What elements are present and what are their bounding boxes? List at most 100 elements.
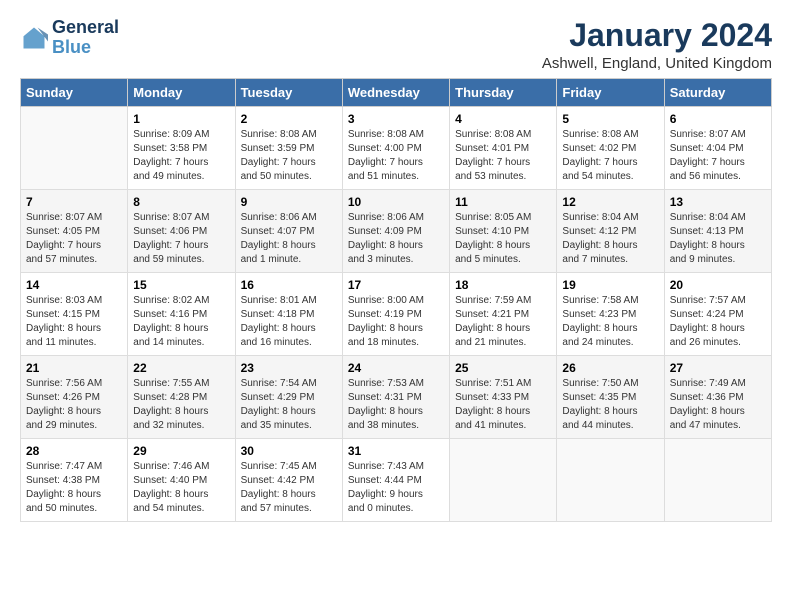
day-info: Sunrise: 8:03 AMSunset: 4:15 PMDaylight:… bbox=[26, 294, 122, 350]
logo: General Blue bbox=[20, 18, 119, 58]
day-info: Sunrise: 8:01 AMSunset: 4:18 PMDaylight:… bbox=[241, 294, 337, 350]
calendar-cell: 16Sunrise: 8:01 AMSunset: 4:18 PMDayligh… bbox=[235, 273, 342, 356]
day-info: Sunrise: 8:08 AMSunset: 4:02 PMDaylight:… bbox=[562, 128, 658, 184]
calendar-cell: 13 Sunrise: 8:04 AMSunset: 4:13 PMDayligh… bbox=[664, 190, 771, 273]
day-number: 3 bbox=[348, 112, 444, 126]
day-number: 18 bbox=[455, 278, 551, 292]
day-number: 23 bbox=[241, 361, 337, 375]
calendar-cell: 20 Sunrise: 7:57 AMSunset: 4:24 PMDayligh… bbox=[664, 273, 771, 356]
day-number: 7 bbox=[26, 195, 122, 209]
weekday-header-sunday: Sunday bbox=[21, 79, 128, 107]
logo-icon bbox=[20, 24, 48, 52]
weekday-header-saturday: Saturday bbox=[664, 79, 771, 107]
day-info: Sunrise: 8:08 AMSunset: 4:01 PMDaylight:… bbox=[455, 128, 551, 184]
weekday-header-thursday: Thursday bbox=[450, 79, 557, 107]
calendar-cell: 2Sunrise: 8:08 AMSunset: 3:59 PMDaylight… bbox=[235, 107, 342, 190]
day-info: Sunrise: 8:06 AMSunset: 4:09 PMDaylight:… bbox=[348, 211, 444, 267]
calendar-cell: 22Sunrise: 7:55 AMSunset: 4:28 PMDayligh… bbox=[128, 356, 235, 439]
day-info: Sunrise: 7:47 AMSunset: 4:38 PMDaylight:… bbox=[26, 460, 122, 516]
main-title: January 2024 bbox=[542, 18, 772, 53]
logo-line1: General bbox=[52, 18, 119, 38]
day-info: Sunrise: 7:56 AMSunset: 4:26 PMDaylight:… bbox=[26, 377, 122, 433]
day-info: Sunrise: 8:06 AMSunset: 4:07 PMDaylight:… bbox=[241, 211, 337, 267]
calendar-cell: 6 Sunrise: 8:07 AMSunset: 4:04 PMDaylight… bbox=[664, 107, 771, 190]
day-number: 11 bbox=[455, 195, 551, 209]
day-info: Sunrise: 8:04 AMSunset: 4:13 PMDaylight:… bbox=[670, 211, 766, 267]
calendar-cell: 8 Sunrise: 8:07 AMSunset: 4:06 PMDaylight… bbox=[128, 190, 235, 273]
day-number: 8 bbox=[133, 195, 229, 209]
day-number: 6 bbox=[670, 112, 766, 126]
day-info: Sunrise: 7:58 AMSunset: 4:23 PMDaylight:… bbox=[562, 294, 658, 350]
calendar-week-1: 7 Sunrise: 8:07 AMSunset: 4:05 PMDaylight… bbox=[21, 190, 772, 273]
calendar-cell: 18 Sunrise: 7:59 AMSunset: 4:21 PMDayligh… bbox=[450, 273, 557, 356]
day-number: 13 bbox=[670, 195, 766, 209]
day-info: Sunrise: 8:04 AMSunset: 4:12 PMDaylight:… bbox=[562, 211, 658, 267]
header: General Blue January 2024 Ashwell, Engla… bbox=[20, 18, 772, 72]
calendar-cell: 24Sunrise: 7:53 AMSunset: 4:31 PMDayligh… bbox=[342, 356, 449, 439]
day-number: 12 bbox=[562, 195, 658, 209]
day-number: 9 bbox=[241, 195, 337, 209]
day-info: Sunrise: 7:50 AMSunset: 4:35 PMDaylight:… bbox=[562, 377, 658, 433]
calendar-cell: 21 Sunrise: 7:56 AMSunset: 4:26 PMDayligh… bbox=[21, 356, 128, 439]
calendar-cell bbox=[557, 439, 664, 522]
calendar-cell: 26 Sunrise: 7:50 AMSunset: 4:35 PMDayligh… bbox=[557, 356, 664, 439]
logo-text: General Blue bbox=[52, 18, 119, 58]
day-info: Sunrise: 7:46 AMSunset: 4:40 PMDaylight:… bbox=[133, 460, 229, 516]
day-number: 26 bbox=[562, 361, 658, 375]
day-info: Sunrise: 7:45 AMSunset: 4:42 PMDaylight:… bbox=[241, 460, 337, 516]
calendar-week-3: 21 Sunrise: 7:56 AMSunset: 4:26 PMDayligh… bbox=[21, 356, 772, 439]
day-info: Sunrise: 8:02 AMSunset: 4:16 PMDaylight:… bbox=[133, 294, 229, 350]
calendar-cell: 7 Sunrise: 8:07 AMSunset: 4:05 PMDaylight… bbox=[21, 190, 128, 273]
calendar-cell: 10 Sunrise: 8:06 AMSunset: 4:09 PMDayligh… bbox=[342, 190, 449, 273]
calendar-cell: 11 Sunrise: 8:05 AMSunset: 4:10 PMDayligh… bbox=[450, 190, 557, 273]
day-info: Sunrise: 8:07 AMSunset: 4:06 PMDaylight:… bbox=[133, 211, 229, 267]
day-number: 1 bbox=[133, 112, 229, 126]
calendar-cell bbox=[21, 107, 128, 190]
page-container: General Blue January 2024 Ashwell, Engla… bbox=[0, 0, 792, 532]
calendar-cell: 5 Sunrise: 8:08 AMSunset: 4:02 PMDaylight… bbox=[557, 107, 664, 190]
calendar-header-row: SundayMondayTuesdayWednesdayThursdayFrid… bbox=[21, 79, 772, 107]
day-number: 10 bbox=[348, 195, 444, 209]
day-number: 14 bbox=[26, 278, 122, 292]
calendar-cell: 4Sunrise: 8:08 AMSunset: 4:01 PMDaylight… bbox=[450, 107, 557, 190]
calendar-cell: 1Sunrise: 8:09 AMSunset: 3:58 PMDaylight… bbox=[128, 107, 235, 190]
calendar-cell: 29Sunrise: 7:46 AMSunset: 4:40 PMDayligh… bbox=[128, 439, 235, 522]
calendar-cell: 25 Sunrise: 7:51 AMSunset: 4:33 PMDayligh… bbox=[450, 356, 557, 439]
subtitle: Ashwell, England, United Kingdom bbox=[542, 55, 772, 72]
day-info: Sunrise: 7:59 AMSunset: 4:21 PMDaylight:… bbox=[455, 294, 551, 350]
weekday-header-wednesday: Wednesday bbox=[342, 79, 449, 107]
day-number: 19 bbox=[562, 278, 658, 292]
day-info: Sunrise: 7:57 AMSunset: 4:24 PMDaylight:… bbox=[670, 294, 766, 350]
day-info: Sunrise: 8:08 AMSunset: 4:00 PMDaylight:… bbox=[348, 128, 444, 184]
calendar-cell: 9 Sunrise: 8:06 AMSunset: 4:07 PMDaylight… bbox=[235, 190, 342, 273]
day-info: Sunrise: 8:07 AMSunset: 4:05 PMDaylight:… bbox=[26, 211, 122, 267]
logo-line2: Blue bbox=[52, 38, 119, 58]
day-number: 28 bbox=[26, 444, 122, 458]
day-info: Sunrise: 8:05 AMSunset: 4:10 PMDaylight:… bbox=[455, 211, 551, 267]
day-info: Sunrise: 8:08 AMSunset: 3:59 PMDaylight:… bbox=[241, 128, 337, 184]
calendar-cell: 30Sunrise: 7:45 AMSunset: 4:42 PMDayligh… bbox=[235, 439, 342, 522]
calendar-cell: 15Sunrise: 8:02 AMSunset: 4:16 PMDayligh… bbox=[128, 273, 235, 356]
calendar-week-4: 28 Sunrise: 7:47 AMSunset: 4:38 PMDayligh… bbox=[21, 439, 772, 522]
calendar-cell: 12 Sunrise: 8:04 AMSunset: 4:12 PMDayligh… bbox=[557, 190, 664, 273]
calendar-week-2: 14 Sunrise: 8:03 AMSunset: 4:15 PMDayligh… bbox=[21, 273, 772, 356]
day-number: 21 bbox=[26, 361, 122, 375]
day-number: 25 bbox=[455, 361, 551, 375]
day-info: Sunrise: 7:51 AMSunset: 4:33 PMDaylight:… bbox=[455, 377, 551, 433]
day-number: 20 bbox=[670, 278, 766, 292]
day-info: Sunrise: 8:07 AMSunset: 4:04 PMDaylight:… bbox=[670, 128, 766, 184]
day-number: 5 bbox=[562, 112, 658, 126]
calendar-cell: 3 Sunrise: 8:08 AMSunset: 4:00 PMDaylight… bbox=[342, 107, 449, 190]
calendar-cell: 28 Sunrise: 7:47 AMSunset: 4:38 PMDayligh… bbox=[21, 439, 128, 522]
day-number: 22 bbox=[133, 361, 229, 375]
day-info: Sunrise: 8:00 AMSunset: 4:19 PMDaylight:… bbox=[348, 294, 444, 350]
calendar-cell: 14 Sunrise: 8:03 AMSunset: 4:15 PMDayligh… bbox=[21, 273, 128, 356]
weekday-header-friday: Friday bbox=[557, 79, 664, 107]
weekday-header-monday: Monday bbox=[128, 79, 235, 107]
calendar-cell: 23 Sunrise: 7:54 AMSunset: 4:29 PMDayligh… bbox=[235, 356, 342, 439]
calendar-cell: 19 Sunrise: 7:58 AMSunset: 4:23 PMDayligh… bbox=[557, 273, 664, 356]
day-info: Sunrise: 7:53 AMSunset: 4:31 PMDaylight:… bbox=[348, 377, 444, 433]
calendar-table: SundayMondayTuesdayWednesdayThursdayFrid… bbox=[20, 78, 772, 522]
weekday-header-tuesday: Tuesday bbox=[235, 79, 342, 107]
day-info: Sunrise: 7:54 AMSunset: 4:29 PMDaylight:… bbox=[241, 377, 337, 433]
